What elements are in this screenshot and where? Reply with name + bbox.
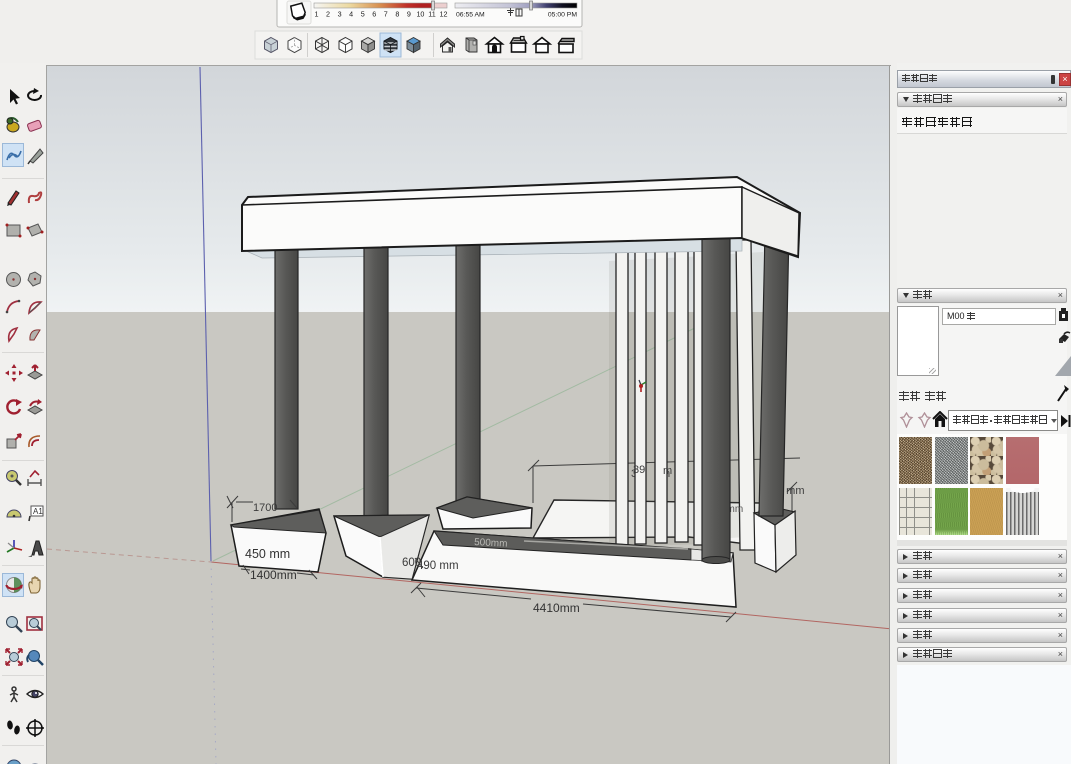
svg-text:1400mm: 1400mm: [250, 568, 297, 582]
svg-text:500mm: 500mm: [474, 537, 508, 550]
svg-text:A1: A1: [33, 507, 43, 516]
svg-text:1700: 1700: [253, 502, 277, 514]
svg-text:m: m: [663, 465, 672, 477]
svg-text:450 mm: 450 mm: [245, 547, 290, 561]
svg-text:4410mm: 4410mm: [533, 601, 580, 615]
svg-text:39: 39: [633, 464, 645, 476]
svg-text:490 mm: 490 mm: [417, 560, 459, 572]
